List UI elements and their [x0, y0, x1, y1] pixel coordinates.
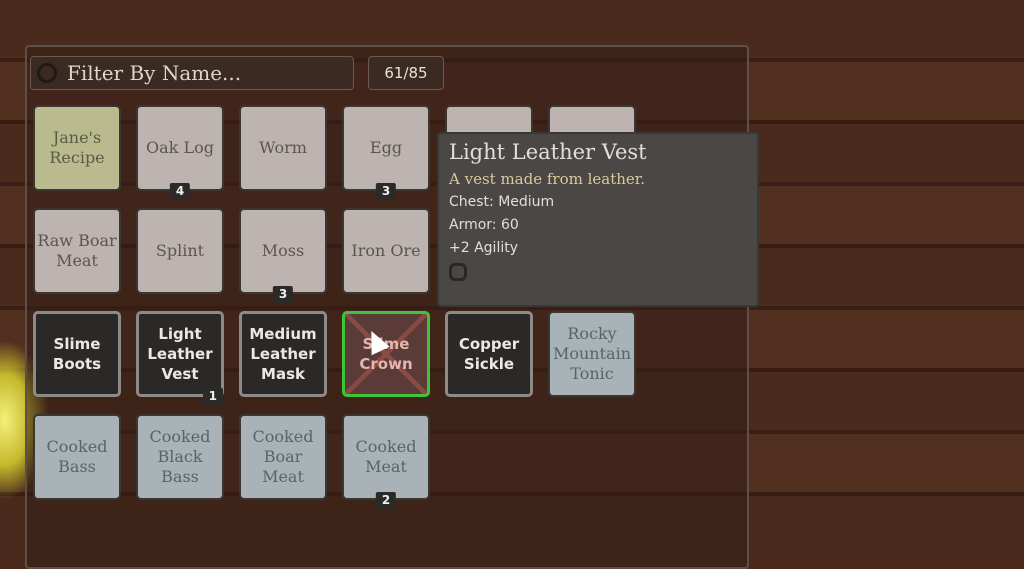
inventory-slot[interactable]: Cooked Boar Meat	[239, 414, 327, 500]
item-label: Slime Boots	[52, 335, 102, 373]
inventory-slot[interactable]: Egg 3	[342, 105, 430, 200]
tooltip-stat: Armor: 60	[449, 217, 519, 233]
inventory-slot[interactable]: Iron Ore	[342, 208, 430, 294]
stack-count-badge: 3	[272, 286, 294, 303]
inventory-slot[interactable]: Rocky Mountain Tonic	[548, 311, 636, 397]
item-counter: 61/85	[368, 56, 444, 90]
tooltip-stat: Chest: Medium	[449, 194, 555, 210]
inventory-slot[interactable]: Cooked Bass	[33, 414, 121, 500]
item-label: Oak Log	[146, 138, 214, 157]
inventory-slot[interactable]: Moss 3	[239, 208, 327, 303]
inventory-slot[interactable]: Splint	[136, 208, 224, 294]
item-label: Copper Sickle	[458, 335, 520, 373]
inventory-slot[interactable]: Copper Sickle	[445, 311, 533, 397]
inventory-slot[interactable]: Light Leather Vest 1	[136, 311, 224, 405]
item-label: Iron Ore	[351, 241, 421, 260]
search-icon	[37, 63, 57, 83]
item-label: Splint	[155, 241, 205, 260]
item-label: Raw Boar Meat	[37, 231, 117, 270]
item-label: Moss	[261, 241, 305, 260]
item-label: Medium Leather Mask	[249, 325, 317, 383]
inventory-slot[interactable]: Slime Crown	[342, 311, 430, 397]
item-label: Cooked Bass	[46, 437, 108, 476]
socket-icon	[449, 263, 467, 281]
item-label: Egg	[369, 138, 403, 157]
inventory-slot[interactable]: Cooked Black Bass	[136, 414, 224, 500]
tooltip-title: Light Leather Vest	[449, 140, 647, 164]
filter-input[interactable]	[65, 60, 339, 86]
filter-search-bar[interactable]	[30, 56, 354, 90]
inventory-slot[interactable]: Medium Leather Mask	[239, 311, 327, 397]
item-label: Cooked Meat	[355, 437, 417, 476]
item-label: Cooked Black Bass	[149, 427, 211, 486]
stack-count-badge: 2	[375, 492, 397, 509]
item-label: Light Leather Vest	[147, 325, 213, 383]
item-label: Worm	[259, 138, 307, 157]
tooltip-stat: +2 Agility	[449, 240, 518, 256]
item-tooltip: Light Leather Vest A vest made from leat…	[437, 132, 759, 307]
inventory-slot[interactable]: Slime Boots	[33, 311, 121, 397]
item-label: Rocky Mountain Tonic	[552, 324, 631, 383]
stack-count-badge: 1	[202, 388, 223, 405]
stack-count-badge: 4	[169, 183, 191, 200]
inventory-slot[interactable]: Worm	[239, 105, 327, 191]
inventory-slot[interactable]: Raw Boar Meat	[33, 208, 121, 294]
stack-count-badge: 3	[375, 183, 397, 200]
tooltip-description: A vest made from leather.	[449, 170, 646, 188]
item-label: Jane's Recipe	[49, 128, 105, 167]
inventory-slot[interactable]: Cooked Meat 2	[342, 414, 430, 509]
inventory-slot[interactable]: Jane's Recipe	[33, 105, 121, 191]
item-label: Cooked Boar Meat	[252, 427, 314, 486]
inventory-slot[interactable]: Oak Log 4	[136, 105, 224, 200]
